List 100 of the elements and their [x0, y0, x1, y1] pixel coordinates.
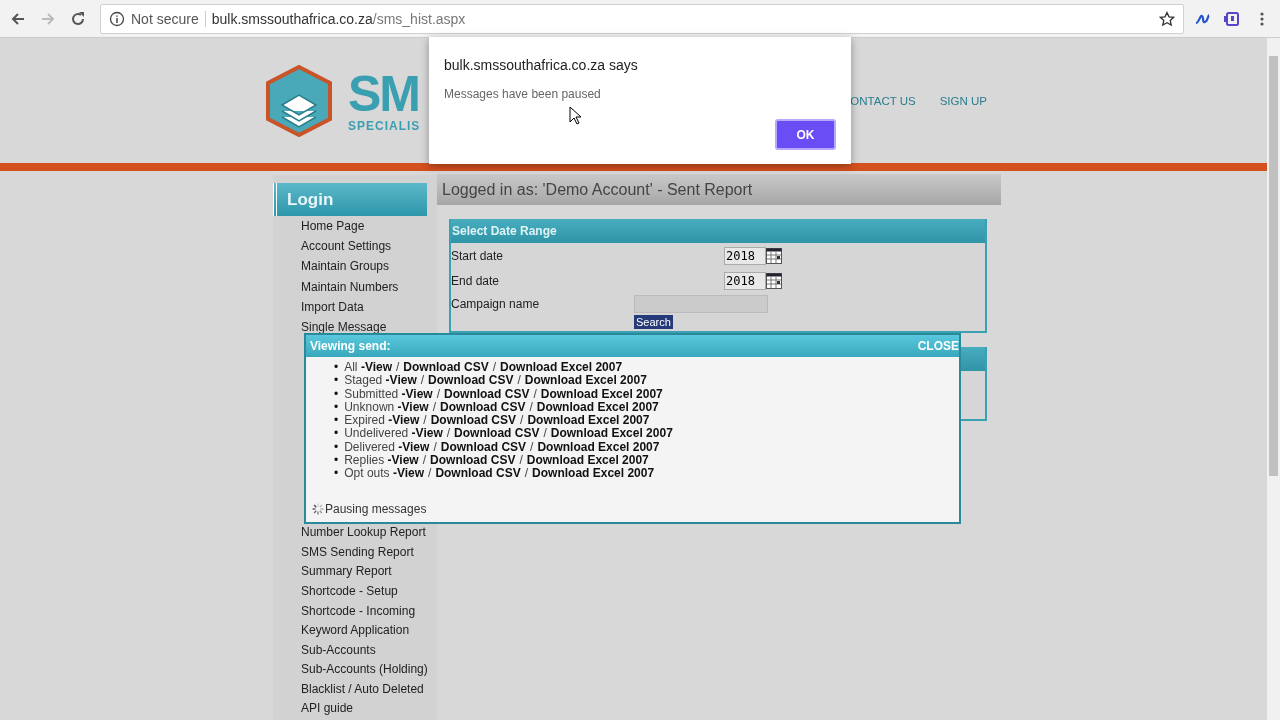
- sidebar-link[interactable]: Number Lookup Report: [273, 523, 437, 543]
- separator-text: /: [422, 453, 427, 468]
- bullet: •: [334, 453, 339, 468]
- logo-text: SM: [348, 68, 420, 119]
- download-link[interactable]: -View: [392, 466, 425, 481]
- sidebar-title: Login: [273, 183, 427, 216]
- sidebar-link[interactable]: Maintain Groups: [273, 256, 437, 277]
- download-link[interactable]: -View: [401, 386, 433, 401]
- status-label: Staged: [344, 373, 384, 388]
- sidebar-link[interactable]: API guide: [273, 699, 437, 720]
- bullet: •: [334, 466, 339, 481]
- download-link[interactable]: -View: [385, 373, 417, 388]
- download-link[interactable]: -View: [397, 399, 429, 414]
- dialog-message: Messages have been paused: [444, 87, 602, 101]
- separator-text: /: [396, 360, 400, 374]
- download-link[interactable]: Download Excel 2007: [524, 373, 647, 388]
- download-link[interactable]: Download CSV: [403, 360, 489, 374]
- sidebar-link[interactable]: Shortcode - Incoming: [273, 601, 437, 622]
- sidebar-link[interactable]: Import Data: [273, 296, 437, 317]
- download-link[interactable]: Download Excel 2007: [527, 413, 650, 428]
- download-link[interactable]: -View: [411, 426, 443, 441]
- bullet: •: [334, 373, 339, 388]
- separator-text: /: [524, 466, 529, 481]
- bullet: •: [334, 386, 339, 401]
- info-icon: [109, 10, 125, 27]
- search-button[interactable]: Search: [634, 315, 673, 329]
- campaign-name-field[interactable]: [634, 295, 768, 313]
- dialog-title: bulk.smssouthafrica.co.za says: [444, 57, 639, 73]
- sidebar-link[interactable]: Account Settings: [273, 236, 437, 257]
- popup-title: Viewing send:: [310, 339, 391, 353]
- separator-text: /: [436, 386, 441, 401]
- download-link[interactable]: Download Excel 2007: [550, 426, 673, 441]
- download-link[interactable]: -View: [398, 439, 430, 454]
- separator-text: /: [428, 466, 432, 481]
- separator-text: /: [432, 399, 437, 414]
- download-link[interactable]: -View: [388, 413, 420, 428]
- download-link[interactable]: -View: [360, 360, 392, 374]
- calendar-icon: [766, 272, 782, 289]
- sidebar-link[interactable]: Single Message: [273, 316, 437, 338]
- sidebar-link[interactable]: SMS Sending Report: [273, 542, 437, 563]
- status-label: Replies: [344, 453, 386, 468]
- sidebar-link[interactable]: Summary Report: [273, 562, 437, 582]
- download-link[interactable]: Download CSV: [444, 386, 530, 401]
- separator-text: /: [517, 373, 521, 388]
- field-label: Start date: [451, 248, 505, 263]
- address-bar[interactable]: Not secure bulk.smssouthafrica.co.za/sms_hist.aspx: [100, 3, 1184, 34]
- download-link[interactable]: Download CSV: [440, 439, 527, 454]
- spinner-icon: [311, 502, 325, 516]
- sidebar-link[interactable]: Shortcode - Setup: [273, 581, 437, 602]
- nav-link[interactable]: ONTACT US: [850, 94, 916, 107]
- sidebar-link[interactable]: Sub-Accounts: [273, 640, 437, 661]
- download-link[interactable]: Download CSV: [430, 413, 517, 428]
- separator-text: /: [520, 413, 524, 428]
- download-link[interactable]: Download Excel 2007: [540, 386, 663, 401]
- end-date-field[interactable]: 2018: [724, 271, 766, 290]
- download-link[interactable]: Download Excel 2007: [532, 466, 655, 481]
- forward-arrow-icon: [40, 10, 56, 27]
- bullet: •: [334, 399, 339, 414]
- download-link[interactable]: Download CSV: [454, 426, 540, 441]
- separator-text: /: [420, 373, 425, 388]
- bullet: •: [334, 413, 339, 428]
- sidebar-link[interactable]: Sub-Accounts (Holding): [273, 660, 437, 680]
- download-link[interactable]: Download CSV: [428, 373, 514, 388]
- download-link[interactable]: Download Excel 2007: [537, 439, 660, 454]
- sidebar-link[interactable]: Maintain Numbers: [273, 276, 437, 297]
- calendar-icon: [766, 247, 782, 264]
- field-label: Campaign name: [451, 297, 541, 311]
- download-link[interactable]: -View: [387, 453, 419, 468]
- download-link[interactable]: Download Excel 2007: [526, 453, 649, 468]
- back-arrow-icon: [10, 10, 26, 27]
- start-date-field[interactable]: 2018: [724, 246, 766, 265]
- scrollbar-thumb[interactable]: [1269, 56, 1278, 476]
- logo-tagline: SPECIALIS: [348, 118, 421, 133]
- status-label: Submitted: [344, 386, 400, 401]
- download-link[interactable]: Download CSV: [435, 466, 521, 481]
- bullet: •: [334, 360, 339, 374]
- download-link[interactable]: Download Excel 2007: [500, 360, 623, 374]
- separator-text: /: [530, 439, 534, 454]
- download-link[interactable]: Download CSV: [440, 399, 526, 414]
- download-link[interactable]: Download Excel 2007: [536, 399, 659, 414]
- page-title: Logged in as: 'Demo Account' - Sent Report: [437, 174, 1001, 205]
- sidebar-link[interactable]: Keyword Application: [273, 621, 437, 641]
- nav-link[interactable]: SIGN UP: [939, 94, 987, 107]
- status-label: Opt outs: [344, 466, 391, 481]
- sidebar-link[interactable]: Blacklist / Auto Deleted: [273, 679, 437, 700]
- reload-icon: [70, 10, 86, 27]
- status-label: Delivered: [344, 439, 396, 454]
- separator-text: /: [533, 386, 537, 401]
- separator-text: /: [492, 360, 497, 374]
- ok-button[interactable]: OK: [775, 119, 836, 150]
- status-label: Undelivered: [344, 426, 410, 441]
- star-icon: [1159, 10, 1175, 27]
- status-text: Pausing messages: [325, 502, 427, 516]
- download-link[interactable]: Download CSV: [430, 453, 516, 468]
- bullet: •: [334, 439, 339, 454]
- status-label: Expired: [344, 413, 386, 428]
- separator-text: /: [423, 413, 427, 428]
- security-label: Not secure: [131, 10, 199, 27]
- sidebar-link[interactable]: Home Page: [273, 216, 437, 237]
- separator-text: /: [529, 399, 533, 414]
